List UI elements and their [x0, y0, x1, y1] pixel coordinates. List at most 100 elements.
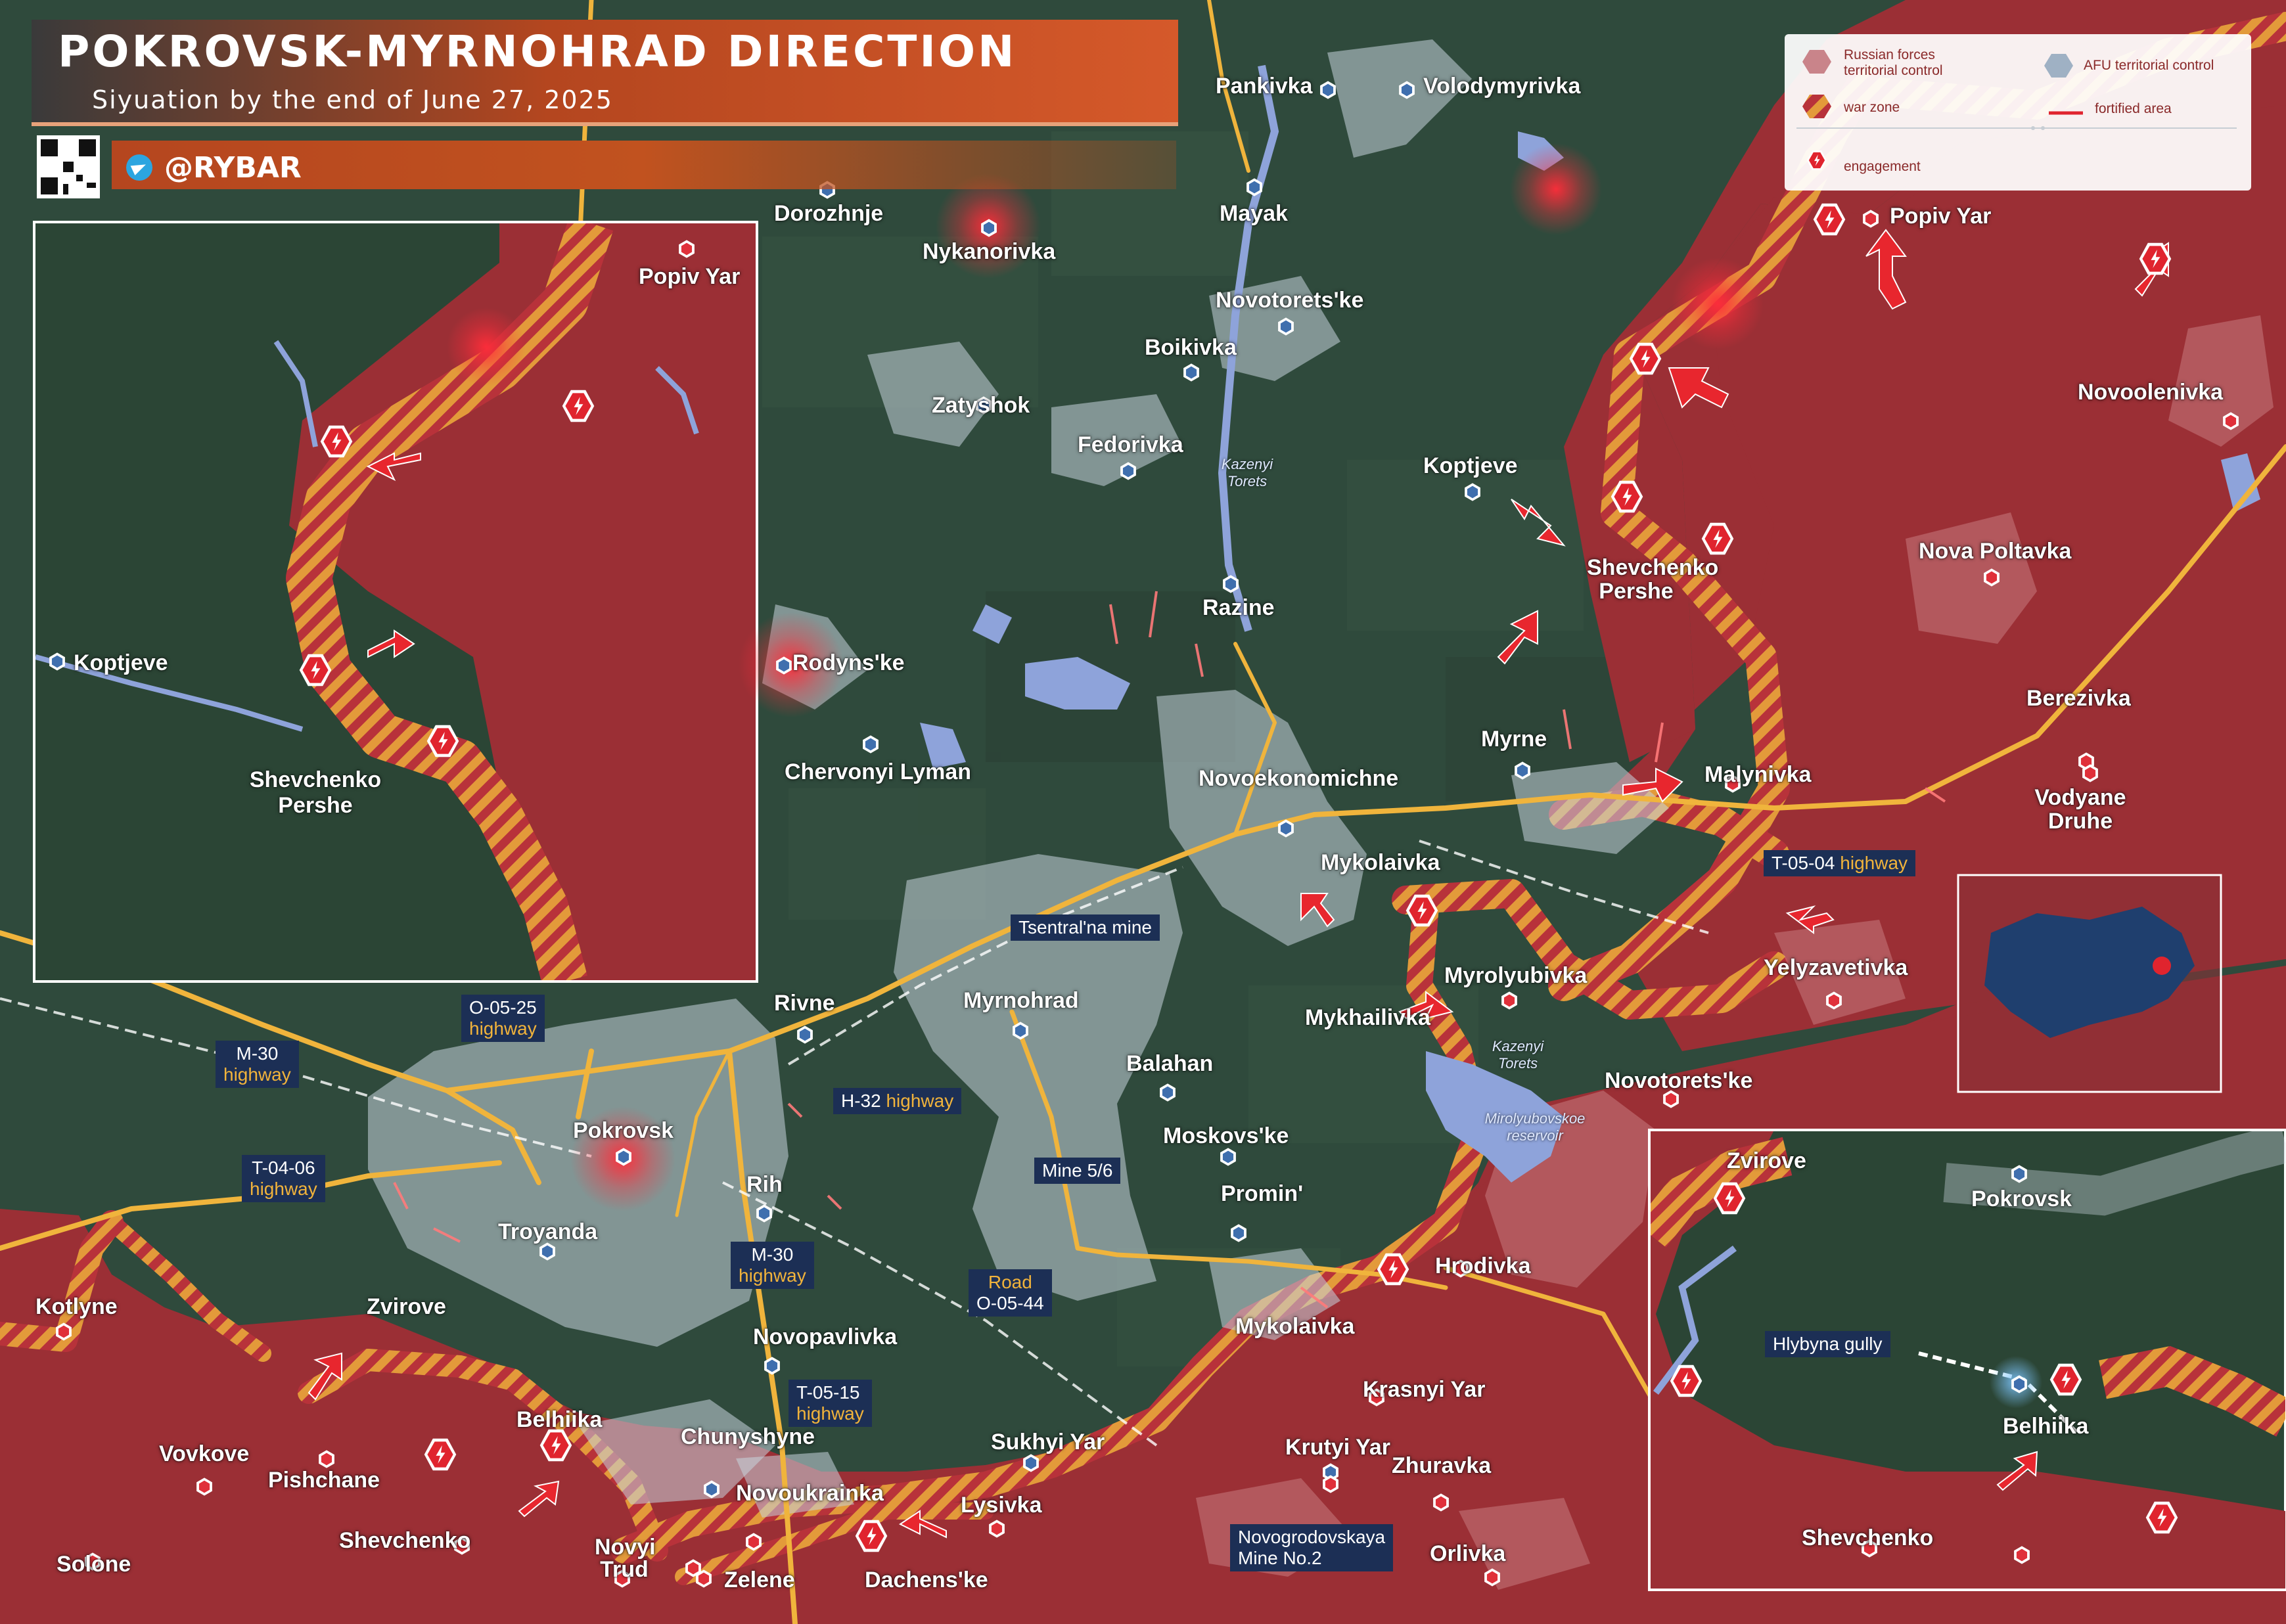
legend-fortified-area: fortified area [2095, 101, 2172, 116]
place-solone: Solone [57, 1552, 131, 1577]
place-malynivka: Malynivka [1704, 762, 1812, 787]
place-rivne: Rivne [774, 991, 835, 1016]
place-orlivka: Orlivka [1430, 1541, 1506, 1566]
legend: Russian forces territorial control AFU t… [1785, 34, 2251, 191]
place-krasnyi-yar: Krasnyi Yar [1363, 1377, 1486, 1402]
place-chunyshyne: Chunyshyne [681, 1424, 815, 1449]
road-t-05-15: T-05-15 highway [789, 1380, 872, 1427]
place-vovkove: Vovkove [159, 1441, 250, 1466]
place-mykolaivka-north: Mykolaivka [1321, 850, 1440, 875]
road-h-32: H-32 highway [833, 1088, 962, 1114]
russian-control-icon [1802, 50, 1831, 74]
road-o-05-44-label: Road [988, 1272, 1032, 1292]
road-t-05-04: T-05-04 highway [1764, 850, 1916, 876]
legend-engagement: engagement [1844, 159, 1921, 174]
place-novyi-trud: Novyi Trud [595, 1535, 656, 1582]
map-subtitle: Siyuation by the end of June 27, 2025 [92, 85, 613, 114]
legend-afu-control: AFU territorial control [2084, 58, 2214, 73]
road-o-05-25-type: highway [469, 1018, 537, 1039]
inset-left [33, 221, 758, 983]
place-pokrovsk: Pokrovsk [573, 1118, 674, 1143]
place-kotlyne: Kotlyne [35, 1294, 118, 1319]
place-novotoretske-south: Novotorets'ke [1605, 1068, 1753, 1093]
feature-tsentralna-mine: Tsentral'na mine [1011, 914, 1160, 941]
road-o-05-44: Road O-05-44 [969, 1269, 1052, 1317]
legend-russian-control: Russian forces territorial control [1844, 47, 1943, 78]
place-novopavlivka: Novopavlivka [753, 1324, 898, 1349]
place-shevchenko-pershe: Shevchenko Pershe [1587, 555, 1719, 604]
place-berezivka: Berezivka [2026, 686, 2131, 711]
war-zone-icon [1802, 95, 1831, 118]
inset-right-shevchenko: Shevchenko [1802, 1525, 1934, 1550]
place-promin: Promin' [1221, 1181, 1304, 1206]
road-t-05-04-code: T-05-04 [1772, 853, 1835, 873]
feature-novogrodovskaya-name: Novogrodovskaya [1238, 1527, 1386, 1547]
road-m-30-south-type: highway [739, 1265, 806, 1286]
place-mykolaivka-south: Mykolaivka [1235, 1314, 1355, 1339]
place-zatyshok: Zatyshok [932, 393, 1030, 418]
place-chervonyi-lyman: Chervonyi Lyman [785, 759, 972, 784]
telegram-icon [126, 154, 152, 181]
place-hrodivka: Hrodivka [1435, 1253, 1531, 1278]
place-novoukrainka: Novoukrainka [736, 1481, 884, 1506]
inset-left-koptjeve: Koptjeve [74, 650, 168, 675]
place-fedorivka: Fedorivka [1078, 432, 1183, 457]
place-myrolyubivka: Myrolyubivka [1444, 963, 1588, 988]
place-zvirove: Zvirove [367, 1294, 446, 1319]
place-krutyi-yar: Krutyi Yar [1285, 1435, 1391, 1460]
road-m-30-west-code: M-30 [236, 1043, 279, 1064]
road-o-05-25-code: O-05-25 [469, 997, 537, 1018]
qr-code-icon [37, 135, 100, 198]
place-nova-poltavka: Nova Poltavka [1919, 539, 2072, 564]
road-h-32-type: highway [886, 1091, 954, 1111]
place-pankivka: Pankivka [1216, 74, 1313, 99]
feature-novogrodovskaya-mine: Novogrodovskaya Mine No.2 [1230, 1524, 1394, 1571]
place-pishchane: Pishchane [268, 1468, 380, 1493]
place-zelene: Zelene [724, 1568, 795, 1592]
road-h-32-code: H-32 [841, 1091, 881, 1111]
place-yelyzavetivka: Yelyzavetivka [1764, 955, 1908, 980]
place-sukhyi-yar: Sukhyi Yar [991, 1430, 1105, 1455]
inset-right-belhiika: Belhiika [2003, 1414, 2089, 1439]
feature-novogrodovskaya-no: Mine No.2 [1238, 1548, 1322, 1568]
place-mayak: Mayak [1220, 201, 1288, 226]
road-t-05-15-type: highway [796, 1403, 864, 1424]
inset-left-shevchenko: Shevchenko [249, 767, 382, 792]
road-t-04-06: T-04-06 highway [242, 1155, 325, 1202]
brand-handle: @RYBAR [164, 151, 302, 185]
road-m-30-west: M-30 highway [216, 1041, 299, 1088]
place-shevchenko: Shevchenko [339, 1528, 471, 1553]
place-rih: Rih [746, 1172, 783, 1197]
place-belhiika: Belhiika [516, 1407, 603, 1432]
inset-right-hlybyna-gully: Hlybyna gully [1765, 1331, 1890, 1357]
place-dorozhnje: Dorozhnje [774, 201, 884, 226]
road-t-05-04-type: highway [1840, 853, 1908, 873]
place-boikivka: Boikivka [1145, 335, 1237, 360]
engagement-icon [1806, 150, 1827, 171]
place-razine: Razine [1202, 595, 1275, 620]
place-dachenske: Dachens'ke [865, 1568, 988, 1592]
place-myrne: Myrne [1481, 727, 1547, 752]
reservoir-mirolyubovskoe: Mirolyubovskoe reservoir [1484, 1110, 1586, 1144]
place-myrnohrad: Myrnohrad [963, 988, 1079, 1013]
place-novoolenivka: Novoolenivka [2078, 380, 2224, 405]
road-m-30-west-type: highway [223, 1064, 291, 1085]
place-moskovske: Moskovs'ke [1163, 1123, 1289, 1148]
ukraine-minimap [1957, 874, 2222, 1093]
river-kazenyi-torets-south: Kazenyi Torets [1492, 1038, 1544, 1071]
inset-left-shevchenko-pershe: Shevchenko Pershe [250, 767, 381, 819]
river-kazenyi-torets-north: Kazenyi Torets [1221, 456, 1273, 489]
place-zhuravka: Zhuravka [1392, 1453, 1492, 1478]
place-lysivka: Lysivka [961, 1493, 1042, 1518]
fortified-area-icon [2049, 111, 2083, 115]
road-t-05-15-code: T-05-15 [796, 1382, 860, 1403]
inset-left-popiv-yar: Popiv Yar [639, 264, 741, 289]
legend-divider [1796, 126, 2237, 130]
feature-mine-5-6: Mine 5/6 [1034, 1158, 1121, 1184]
afu-control-icon [2044, 54, 2073, 78]
road-o-05-44-code: O-05-44 [976, 1293, 1044, 1313]
place-volodymyrivka: Volodymyrivka [1423, 74, 1581, 99]
road-t-04-06-code: T-04-06 [252, 1158, 315, 1178]
place-mykhailivka: Mykhailivka [1305, 1005, 1430, 1030]
inset-left-pershe: Pershe [278, 793, 353, 818]
